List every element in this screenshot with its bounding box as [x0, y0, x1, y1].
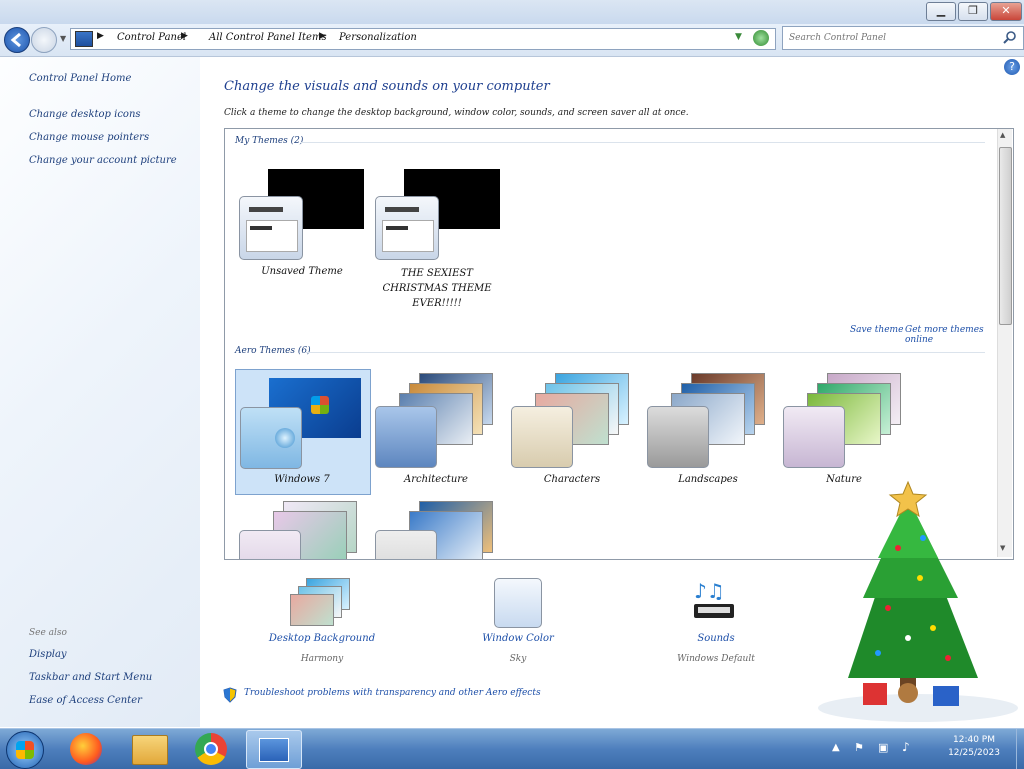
aero-themes-header: Aero Themes (6)	[235, 346, 311, 356]
theme-label: Landscapes	[678, 474, 738, 485]
search-box[interactable]	[782, 26, 1024, 50]
network-icon[interactable]: ▣	[878, 741, 888, 754]
window-color-preview	[240, 407, 302, 469]
back-arrow-icon	[10, 32, 21, 48]
theme-tile-partial[interactable]	[371, 497, 501, 559]
restore-button[interactable]: ❐	[958, 2, 988, 21]
volume-icon[interactable]: ♪	[902, 740, 910, 754]
page-instructions: Click a theme to change the desktop back…	[224, 108, 689, 118]
breadcrumb-personalization[interactable]: Personalization	[339, 32, 417, 43]
ease-of-access-link[interactable]: Ease of Access Center	[29, 695, 142, 706]
control-panel-taskbar-button[interactable]	[246, 730, 302, 769]
theme-label: THE SEXIEST CHRISTMAS THEME EVER!!!!!	[382, 268, 492, 309]
breadcrumb-all-items[interactable]: All Control Panel Items	[209, 32, 327, 43]
search-icon[interactable]	[1003, 30, 1017, 44]
theme-tile-christmas[interactable]	[371, 165, 501, 269]
page-title: Change the visuals and sounds on your co…	[224, 79, 550, 94]
window-color-preview	[375, 196, 439, 260]
clock-date: 12/25/2023	[948, 748, 1000, 758]
change-desktop-icons-link[interactable]: Change desktop icons	[29, 109, 141, 120]
windows-logo-icon	[311, 396, 329, 414]
section-divider	[301, 142, 985, 143]
window-color-preview	[239, 196, 303, 260]
section-divider	[305, 352, 985, 353]
change-mouse-pointers-link[interactable]: Change mouse pointers	[29, 132, 149, 143]
chevron-right-icon[interactable]: ▶	[97, 31, 104, 41]
taskbar: ▲ ⚑ ▣ ♪ 12:40 PM 12/25/2023	[0, 728, 1024, 769]
my-themes-header: My Themes (2)	[235, 136, 304, 146]
control-panel-icon	[75, 31, 93, 47]
clock-time: 12:40 PM	[953, 735, 995, 745]
see-also-label: See also	[29, 628, 67, 638]
shield-icon	[223, 687, 237, 703]
troubleshoot-link[interactable]: Troubleshoot problems with transparency …	[244, 688, 541, 698]
christmas-tree-image	[808, 478, 1018, 728]
firefox-icon[interactable]	[70, 733, 102, 765]
theme-tile-unsaved[interactable]	[235, 165, 365, 269]
action-center-icon[interactable]: ⚑	[854, 741, 864, 754]
window-color-icon[interactable]	[494, 578, 542, 628]
task-pane: Control Panel Home Change desktop icons …	[0, 57, 200, 727]
desktop-background-link[interactable]: Desktop Background	[260, 633, 384, 644]
start-button[interactable]	[6, 731, 44, 769]
title-bar: ▁ ❐ ✕	[0, 0, 1024, 24]
save-theme-link[interactable]: Save theme	[850, 325, 903, 335]
theme-tile-architecture[interactable]	[371, 369, 501, 479]
recent-pages-icon[interactable]: ▼	[60, 34, 66, 43]
dropdown-arrow-icon[interactable]: ▼	[735, 32, 742, 42]
window-color-preview	[375, 406, 437, 468]
chrome-icon[interactable]	[195, 733, 227, 765]
close-button[interactable]: ✕	[990, 2, 1022, 21]
window-color-preview	[783, 406, 845, 468]
theme-tile-landscapes[interactable]	[643, 369, 773, 479]
theme-label: Architecture	[404, 474, 468, 485]
window-color-link[interactable]: Window Color	[456, 633, 580, 644]
windows-logo-icon	[16, 741, 34, 759]
window-color-value: Sky	[509, 654, 527, 664]
chevron-right-icon[interactable]: ▶	[181, 31, 188, 41]
change-account-picture-link[interactable]: Change your account picture	[29, 155, 177, 166]
file-explorer-icon[interactable]	[132, 735, 168, 765]
control-panel-icon	[259, 738, 289, 762]
chevron-right-icon[interactable]: ▶	[319, 31, 326, 41]
forward-button[interactable]	[31, 27, 57, 53]
search-input[interactable]	[787, 29, 991, 47]
theme-label: Characters	[543, 474, 601, 485]
breadcrumb-control-panel[interactable]: Control Panel	[117, 32, 186, 43]
window-color-preview	[647, 406, 709, 468]
show-hidden-icons[interactable]: ▲	[832, 742, 840, 753]
address-bar[interactable]: ▶ Control Panel ▶ All Control Panel Item…	[70, 28, 776, 50]
help-icon[interactable]: ?	[1004, 59, 1020, 75]
theme-label: Windows 7	[274, 474, 330, 485]
sounds-icon[interactable]: ♪♫	[690, 578, 740, 628]
theme-tile-characters[interactable]	[507, 369, 637, 479]
scroll-thumb[interactable]	[999, 147, 1012, 325]
theme-tile-partial[interactable]	[235, 497, 365, 559]
desktop-background-icon[interactable]	[288, 578, 352, 630]
minimize-button[interactable]: ▁	[926, 2, 956, 21]
theme-label: Unsaved Theme	[261, 266, 343, 277]
window-color-preview	[375, 530, 437, 559]
show-desktop-button[interactable]	[1016, 729, 1024, 769]
back-button[interactable]	[4, 27, 30, 53]
desktop-background-value: Harmony	[300, 654, 344, 664]
window-color-preview	[239, 530, 301, 559]
sounds-value: Windows Default	[677, 654, 755, 664]
scroll-up-icon[interactable]: ▲	[1000, 131, 1005, 139]
window-color-preview	[511, 406, 573, 468]
theme-tile-nature[interactable]	[779, 369, 909, 479]
control-panel-home-link[interactable]: Control Panel Home	[29, 73, 131, 84]
clock[interactable]: 12:40 PM 12/25/2023	[934, 734, 1014, 760]
svg-text:♪♫: ♪♫	[694, 579, 725, 603]
sounds-link[interactable]: Sounds	[654, 633, 778, 644]
taskbar-start-menu-link[interactable]: Taskbar and Start Menu	[29, 672, 152, 683]
refresh-icon[interactable]	[753, 30, 769, 46]
display-link[interactable]: Display	[29, 649, 67, 660]
